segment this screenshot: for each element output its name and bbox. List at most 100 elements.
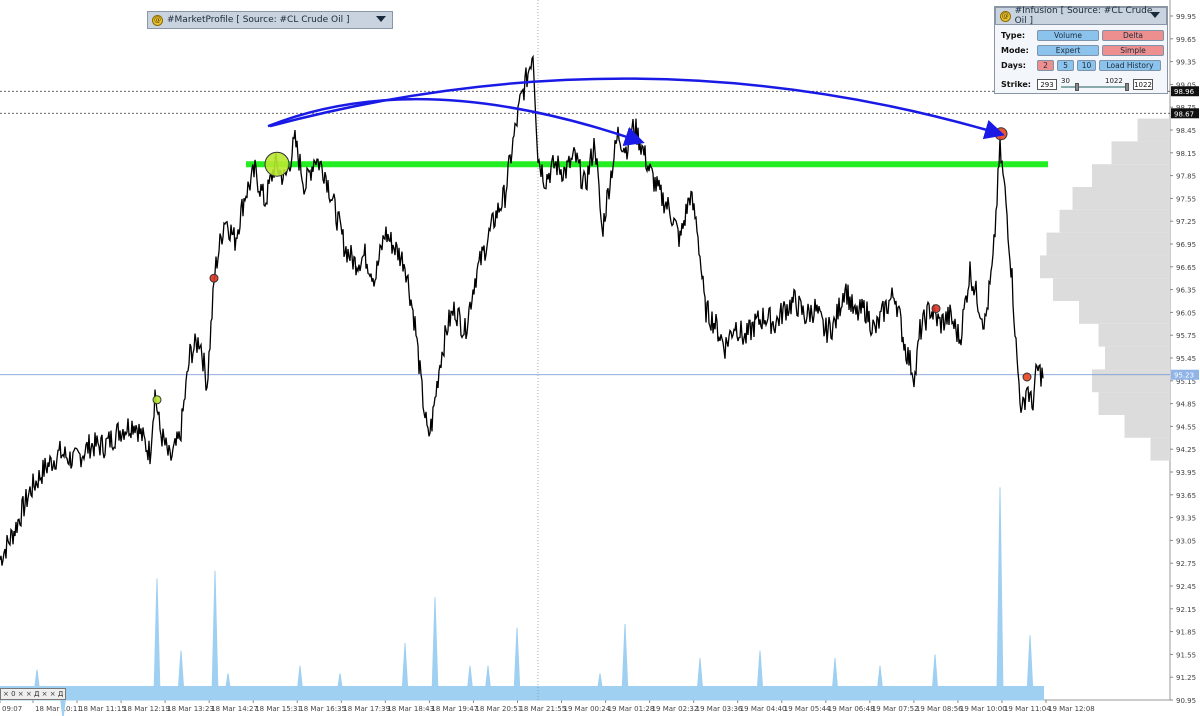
time-tick-label: 18 Mar 11:15 [79, 705, 126, 713]
price-tick-label: 99.35 [1176, 59, 1196, 67]
price-series [0, 54, 1044, 566]
volume-profile-bar [1098, 392, 1170, 415]
time-tick-label: 19 Mar 08:56 [916, 705, 963, 713]
price-tick-label: 91.85 [1176, 629, 1196, 637]
volume-profile-bar [1079, 301, 1170, 324]
time-tick-label: 18 Mar 21:55 [519, 705, 566, 713]
time-tick-label: 18 Mar 17:39 [343, 705, 390, 713]
time-tick-label: 19 Mar 04:40 [740, 705, 787, 713]
days-label: Days: [1001, 61, 1026, 70]
load-history-button[interactable]: Load History [1099, 60, 1161, 71]
price-tick-label: 96.05 [1176, 309, 1196, 317]
time-tick-label: 19 Mar 03:36 [696, 705, 743, 713]
strike-row: Strike: 293 30 1022 1022 [1001, 77, 1157, 91]
time-tick-label: 18 Mar 10:11 [35, 705, 82, 713]
market-profile-header[interactable]: @ #MarketProfile [ Source: #CL Crude Oil… [147, 11, 393, 29]
mode-simple-button[interactable]: Simple [1102, 45, 1164, 56]
time-tick-label: 19 Mar 07:52 [872, 705, 919, 713]
price-tick-label: 93.05 [1176, 537, 1196, 545]
price-label-text: 95.23 [1174, 372, 1194, 380]
signal-marker [1022, 372, 1032, 382]
infusion-title: #Infusion [ Source: #CL Crude Oil ] [1014, 6, 1153, 26]
time-tick-label: 18 Mar 16:35 [299, 705, 346, 713]
volume-profile-bar [1072, 187, 1170, 210]
volume-profile-bar [1137, 118, 1170, 142]
type-delta-button[interactable]: Delta [1102, 30, 1164, 41]
volume-profile-bar [1150, 437, 1170, 461]
slider-high-handle[interactable] [1125, 83, 1129, 91]
price-tick-label: 96.65 [1176, 264, 1196, 272]
indicator-icon: @ [152, 14, 163, 26]
time-tick-label: 18 Mar 20:51 [475, 705, 522, 713]
volume-profile-bar [1105, 346, 1170, 370]
time-tick-label: 18 Mar 13:23 [167, 705, 214, 713]
price-tick-label: 98.45 [1176, 127, 1196, 135]
slider-track [1061, 86, 1129, 88]
strike-max-field[interactable]: 1022 [1133, 79, 1153, 90]
days-10-button[interactable]: 10 [1077, 60, 1096, 71]
price-label-text: 98.67 [1174, 110, 1194, 118]
price-tick-label: 93.65 [1176, 492, 1196, 500]
time-tick-label: 19 Mar 12:08 [1048, 705, 1095, 713]
time-tick-label: 19 Mar 10:00 [960, 705, 1007, 713]
days-2-button[interactable]: 2 [1037, 60, 1054, 71]
price-tick-label: 92.45 [1176, 583, 1196, 591]
chevron-down-icon[interactable] [376, 16, 386, 22]
time-tick-label: 18 Mar 18:43 [387, 705, 434, 713]
time-tick-label: 18 Mar 12:19 [123, 705, 170, 713]
price-tick-label: 93.35 [1176, 515, 1196, 523]
time-tick-label: 19 Mar 02:32 [652, 705, 699, 713]
price-tick-label: 92.75 [1176, 560, 1196, 568]
chevron-down-icon[interactable] [1150, 12, 1160, 18]
infusion-panel: @ #Infusion [ Source: #CL Crude Oil ] Ty… [994, 6, 1168, 94]
time-tick-label: 09:07 [2, 705, 22, 713]
mode-expert-button[interactable]: Expert [1037, 45, 1099, 56]
type-label: Type: [1001, 31, 1026, 40]
volume-profile-bar [1046, 232, 1170, 256]
price-tick-label: 97.25 [1176, 218, 1196, 226]
mini-indicator-panel[interactable]: × 0 × × Д × × Д [0, 688, 66, 700]
strike-label: Strike: [1001, 80, 1032, 89]
strike-high-label: 1022 [1105, 77, 1123, 85]
price-tick-label: 92.15 [1176, 606, 1196, 614]
days-row: Days: 2 5 10 Load History [1001, 59, 1164, 72]
price-tick-label: 96.35 [1176, 287, 1196, 295]
volume-profile-bar [1059, 209, 1170, 233]
type-row: Type: Volume Delta [1001, 29, 1167, 42]
signal-marker [931, 304, 941, 314]
type-volume-button[interactable]: Volume [1037, 30, 1099, 41]
slider-low-handle[interactable] [1075, 83, 1079, 91]
price-tick-label: 94.85 [1176, 401, 1196, 409]
volume-profile-bar [1111, 141, 1170, 165]
price-tick-label: 93.95 [1176, 469, 1196, 477]
price-label-text: 98.96 [1174, 88, 1195, 96]
price-tick-label: 98.15 [1176, 150, 1196, 158]
price-chart[interactable]: 99.95 99.65 99.35 99.05 98.75 98.45 98.15 97.85… [0, 0, 1200, 716]
price-tick-label: 97.55 [1176, 195, 1196, 203]
volume-profile-bar [1098, 323, 1170, 347]
price-tick-label: 94.55 [1176, 423, 1196, 431]
time-tick-label: 18 Mar 15:31 [255, 705, 302, 713]
strike-min-field[interactable]: 293 [1037, 79, 1057, 90]
infusion-header[interactable]: @ #Infusion [ Source: #CL Crude Oil ] [995, 6, 1167, 26]
strike-low-label: 30 [1061, 77, 1070, 85]
time-tick-label: 18 Mar 19:47 [431, 705, 478, 713]
chart-canvas: 99.9599.6599.3599.0598.7598.4598.1597.85… [0, 0, 1199, 716]
signal-marker [209, 273, 219, 283]
price-tick-label: 95.45 [1176, 355, 1196, 363]
price-tick-label: 99.65 [1176, 36, 1196, 44]
price-tick-label: 91.55 [1176, 651, 1196, 659]
annotation-arrow [267, 97, 645, 146]
strike-slider[interactable]: 30 1022 [1061, 77, 1129, 91]
volume-profile-bar [1124, 415, 1170, 438]
signal-marker [152, 395, 162, 405]
market-profile-title: #MarketProfile [ Source: #CL Crude Oil ] [167, 15, 350, 25]
price-tick-label: 96.95 [1176, 241, 1196, 249]
time-tick-label: 19 Mar 01:28 [608, 705, 655, 713]
price-tick-label: 95.75 [1176, 332, 1196, 340]
price-tick-label: 90.95 [1176, 697, 1196, 705]
indicator-icon: @ [1000, 10, 1011, 22]
days-5-button[interactable]: 5 [1057, 60, 1074, 71]
mode-label: Mode: [1001, 46, 1029, 55]
time-tick-label: 19 Mar 06:48 [828, 705, 875, 713]
